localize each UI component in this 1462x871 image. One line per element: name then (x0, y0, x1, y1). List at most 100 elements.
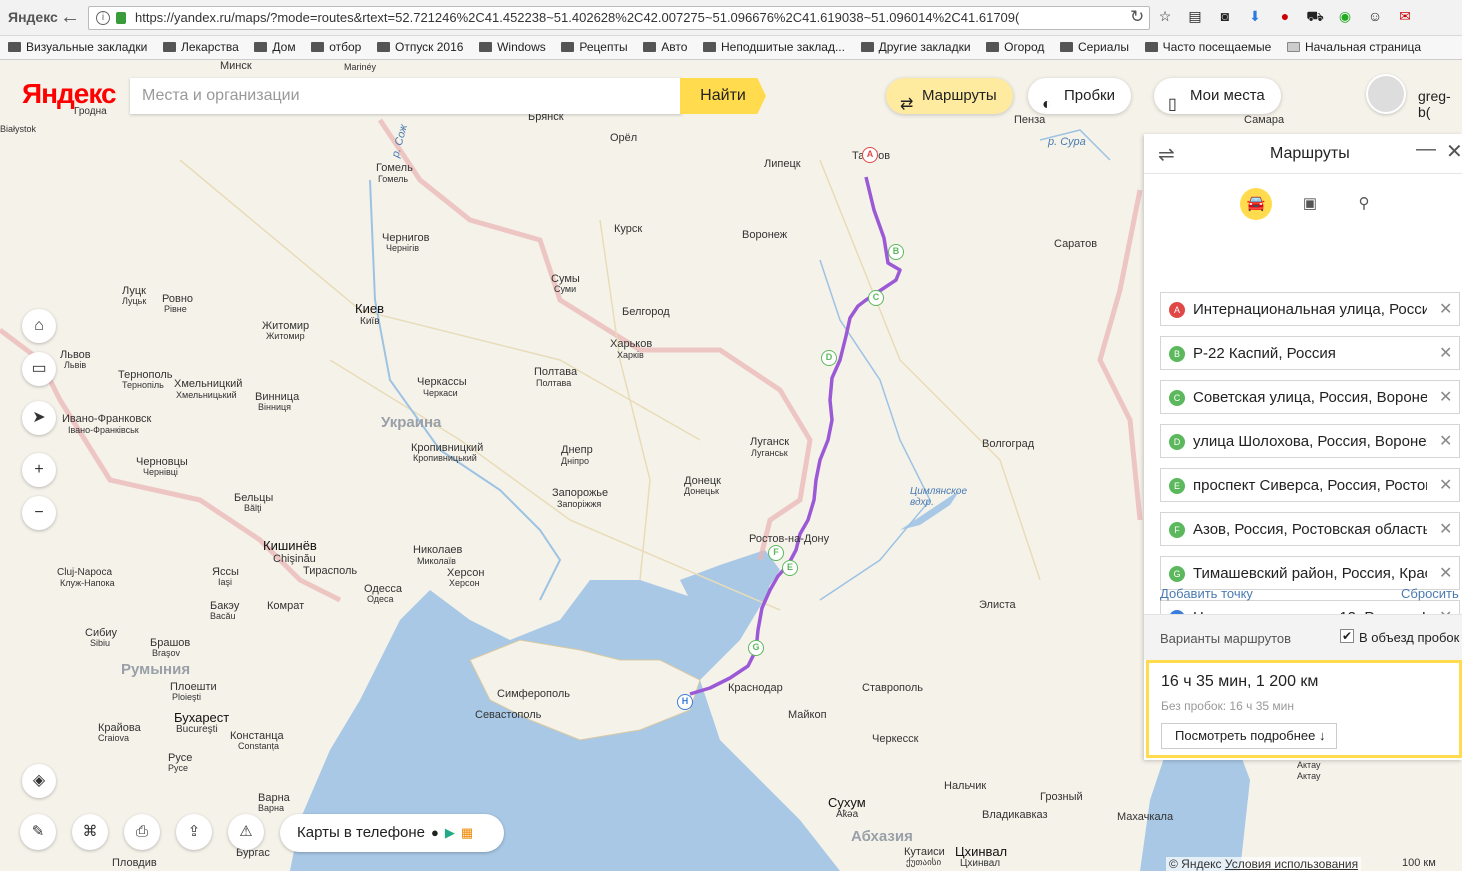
bookmark[interactable]: Визуальные закладки (8, 36, 147, 58)
remove-icon[interactable]: ✕ (1439, 387, 1452, 407)
route-marker-b[interactable]: B (888, 244, 904, 260)
locate-icon[interactable]: ➤ (22, 401, 56, 435)
walk-mode-icon[interactable]: ⚲ (1348, 188, 1380, 220)
extension-icon[interactable]: ◉ (1336, 8, 1354, 27)
city-label: Гомель (376, 162, 413, 174)
minimize-icon[interactable]: — (1416, 138, 1436, 161)
bookmark[interactable]: Лекарства (162, 36, 239, 58)
city-label: Клуж-Напока (60, 578, 115, 588)
route-no-traffic-time: Без пробок: 16 ч 35 мин (1161, 699, 1294, 713)
bookmark[interactable]: Рецепты (561, 36, 628, 58)
reading-list-icon[interactable]: ▤ (1186, 8, 1204, 27)
bookmark[interactable]: Неподшитые заклад... (703, 36, 845, 58)
bookmark[interactable]: Другие закладки (860, 36, 971, 58)
google-play-icon: ▶ (444, 825, 455, 840)
waypoint-field[interactable]: A Интернациональная улица, Росси ✕ (1160, 292, 1460, 326)
terms-link[interactable]: Условия использования (1225, 857, 1358, 871)
browser-toolbar: Яндекс ← https://yandex.ru/maps/?mode=ro… (0, 0, 1462, 36)
bookmark[interactable]: Начальная страница (1286, 36, 1421, 58)
mail-icon[interactable]: ✉ (1396, 8, 1414, 27)
close-icon[interactable]: ✕ (1446, 139, 1462, 164)
bookmark[interactable]: Сериалы (1060, 36, 1129, 58)
ruler-icon[interactable]: ▭ (22, 352, 56, 386)
yandex-logo[interactable]: Яндекс (22, 78, 117, 110)
waypoint-field[interactable]: Dулица Шолохова, Россия, Воронеж ✕ (1160, 424, 1460, 458)
search-input[interactable]: Места и организации (130, 78, 682, 114)
panorama-icon[interactable]: ⌘ (72, 814, 108, 850)
route-details-button[interactable]: Посмотреть подробнее ↓ (1161, 723, 1337, 749)
map-canvas[interactable]: Минск Marinéy Брянск Орёл Липецк Тамбов … (0, 60, 1462, 871)
city-label: Сухум (828, 795, 866, 810)
reload-icon[interactable]: ↻ (1130, 7, 1144, 27)
routes-icon: ⇄ (900, 96, 914, 113)
routes-button[interactable]: ⇄ Маршруты (886, 78, 1013, 114)
city-label: Львів (64, 360, 87, 370)
car-mode-icon[interactable]: 🚘 (1240, 188, 1272, 220)
reset-link[interactable]: Сбросить (1401, 586, 1459, 601)
star-icon[interactable]: ☆ (1156, 8, 1174, 27)
waypoint-field[interactable]: B Р-22 Каспий, Россия ✕ (1160, 336, 1460, 370)
print-icon[interactable]: ⎙ (124, 814, 160, 850)
remove-icon[interactable]: ✕ (1439, 299, 1452, 319)
bookmark[interactable]: Огород (986, 36, 1044, 58)
download-icon[interactable]: ⬇ (1246, 8, 1264, 27)
bus-mode-icon[interactable]: ▣ (1294, 188, 1326, 220)
remove-icon[interactable]: ✕ (1439, 519, 1452, 539)
address-bar[interactable]: https://yandex.ru/maps/?mode=routes&rtex… (88, 6, 1150, 30)
warning-icon[interactable]: ⚠ (228, 814, 264, 850)
avoid-traffic-checkbox[interactable]: ✔ (1340, 629, 1354, 643)
bookmark[interactable]: Windows (479, 36, 546, 58)
city-label: Миколаїв (417, 556, 456, 566)
bookmark[interactable]: Часто посещаемые (1144, 36, 1271, 58)
bookmark[interactable]: Авто (643, 36, 687, 58)
adblock-icon[interactable]: ● (1276, 8, 1294, 27)
waypoint-field[interactable]: F Азов, Россия, Ростовская область ✕ (1160, 512, 1460, 546)
layers-icon[interactable]: ◈ (22, 764, 56, 798)
city-label: Самара (1244, 114, 1285, 126)
remove-icon[interactable]: ✕ (1439, 475, 1452, 495)
remove-icon[interactable]: ✕ (1439, 431, 1452, 451)
remove-icon[interactable]: ✕ (1439, 343, 1452, 363)
route-marker-e[interactable]: E (782, 560, 798, 576)
back-arrow-icon[interactable]: ← (60, 6, 80, 29)
route-marker-a[interactable]: A (862, 147, 878, 163)
waypoint-field[interactable]: Eпроспект Сиверса, Россия, Ростов ✕ (1160, 468, 1460, 502)
avoid-traffic-label[interactable]: В объезд пробок (1359, 630, 1459, 645)
zoom-out-button[interactable]: − (22, 496, 56, 530)
city-label: Рівне (164, 304, 187, 314)
route-marker-d[interactable]: D (821, 350, 837, 366)
remove-icon[interactable]: ✕ (1439, 563, 1452, 583)
share-icon[interactable]: ⇪ (176, 814, 212, 850)
route-option-card[interactable]: 16 ч 35 мин, 1 200 км Без пробок: 16 ч 3… (1146, 660, 1462, 758)
ruler-tool-icon[interactable]: ✎ (20, 814, 56, 850)
bookmark[interactable]: Отпуск 2016 (376, 36, 463, 58)
city-label: Донецьк (684, 486, 719, 496)
cart-icon[interactable]: ⛟ (1306, 8, 1324, 27)
smile-icon[interactable]: ☺ (1366, 8, 1384, 27)
city-label: Ивано-Франковск (62, 413, 152, 425)
route-marker-c[interactable]: C (868, 290, 884, 306)
home-icon[interactable]: ⌂ (22, 309, 56, 343)
info-icon[interactable]: i (96, 11, 110, 25)
route-marker-g[interactable]: G (748, 640, 764, 656)
maps-on-phone-button[interactable]: Карты в телефоне ● ▶ ▦ (280, 814, 504, 852)
waypoint-field[interactable]: C Советская улица, Россия, Вороне: ✕ (1160, 380, 1460, 414)
pocket-icon[interactable]: ◙ (1216, 8, 1234, 27)
username[interactable]: greg-b( (1418, 88, 1462, 120)
transport-modes: 🚘 ▣ ⚲ (1144, 184, 1462, 224)
bookmark[interactable]: отбор (311, 36, 361, 58)
bookmark[interactable]: Дом (254, 36, 296, 58)
my-places-button[interactable]: ▯ Мои места (1154, 78, 1281, 114)
route-marker-h[interactable]: H (677, 694, 693, 710)
search-button[interactable]: Найти (680, 78, 766, 114)
zoom-in-button[interactable]: + (22, 453, 56, 487)
avatar[interactable] (1366, 74, 1406, 114)
add-point-link[interactable]: Добавить точку (1160, 586, 1253, 601)
road (599, 219, 651, 581)
city-label: Севастополь (475, 709, 542, 721)
traffic-button[interactable]: ◐ Пробки (1028, 78, 1131, 114)
browser-logo: Яндекс (8, 9, 58, 25)
route-marker-f[interactable]: F (768, 545, 784, 561)
city-label: Владикавказ (982, 809, 1048, 821)
waypoint-field[interactable]: G Тимашевский район, Россия, Крас ✕ (1160, 556, 1460, 590)
